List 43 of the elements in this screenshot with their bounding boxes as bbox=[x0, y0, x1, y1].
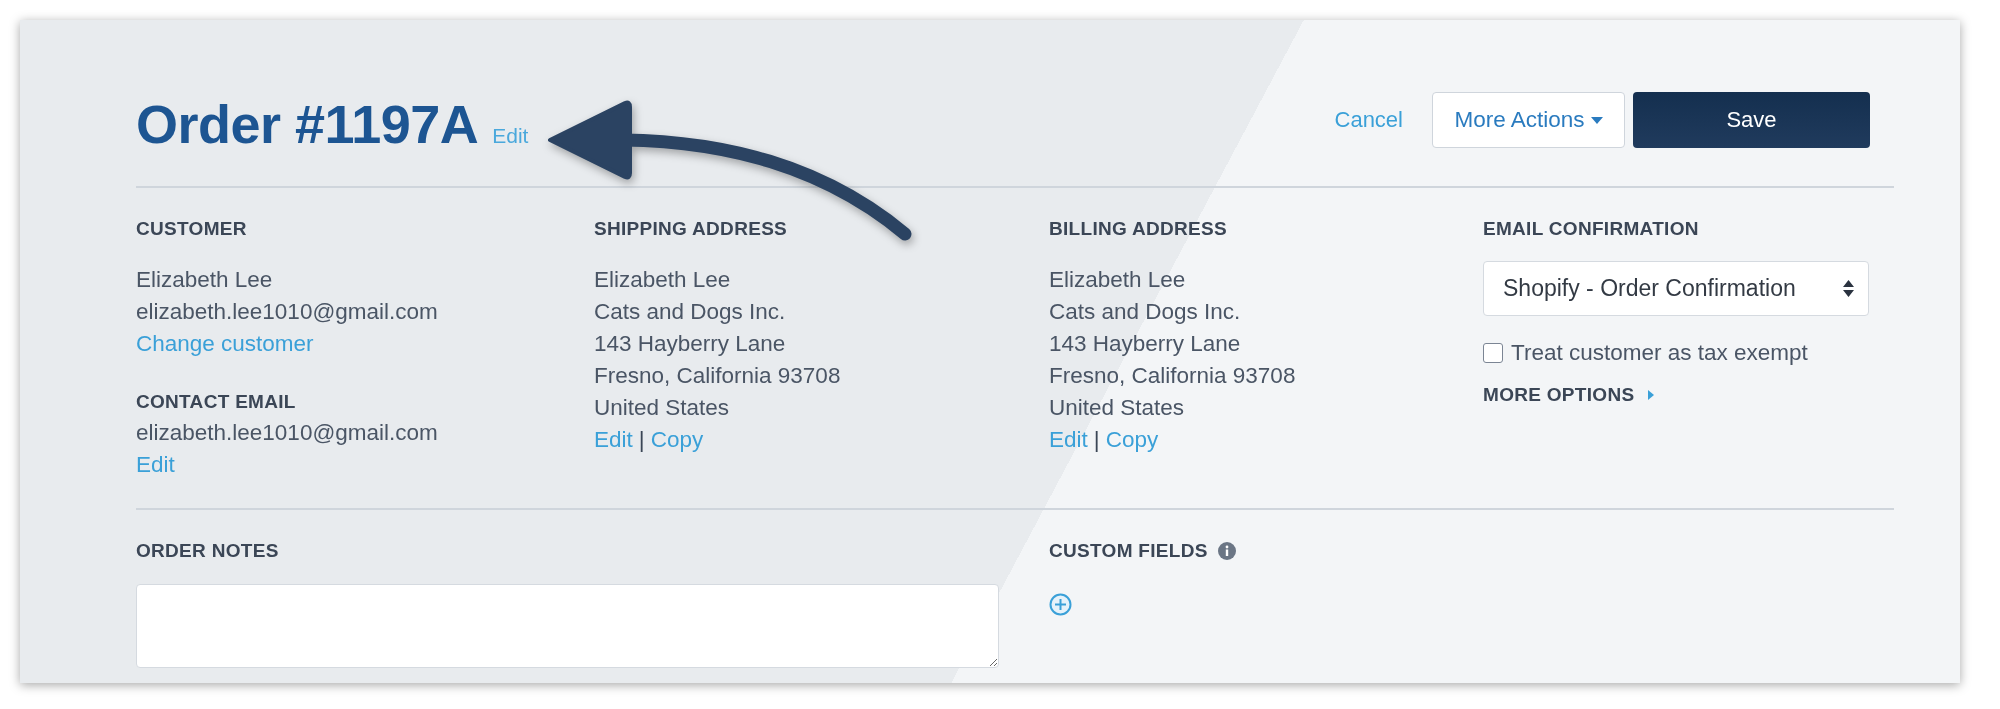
caret-icon bbox=[1648, 390, 1655, 400]
info-text: Elizabeth Lee bbox=[594, 266, 732, 294]
info-text: Elizabeth Lee bbox=[1049, 266, 1187, 294]
link-separator: | bbox=[638, 426, 645, 454]
section-heading: CUSTOMER bbox=[136, 218, 248, 240]
edit-link[interactable]: Edit bbox=[492, 124, 529, 148]
cancel-link[interactable]: Cancel bbox=[1334, 107, 1403, 133]
order-title: Order #1197A bbox=[136, 96, 479, 152]
email-template-select[interactable]: Shopify - Order Confirmation bbox=[1483, 261, 1869, 316]
checkbox[interactable] bbox=[1483, 343, 1503, 363]
select-arrows-icon bbox=[1843, 280, 1854, 297]
info-icon[interactable] bbox=[1217, 542, 1236, 560]
info-text: 143 Hayberry Lane bbox=[594, 330, 787, 358]
text-link[interactable]: Edit bbox=[594, 424, 633, 456]
info-text: Fresno, California 93708 bbox=[594, 362, 842, 390]
section-heading: EMAIL CONFIRMATION bbox=[1483, 218, 1700, 240]
save-button[interactable]: Save bbox=[1633, 92, 1870, 148]
more-options-link[interactable]: MORE OPTIONS bbox=[1483, 384, 1655, 406]
section-heading: CONTACT EMAIL bbox=[136, 391, 297, 413]
text-link[interactable]: Copy bbox=[1105, 424, 1159, 456]
section-heading: CUSTOM FIELDS bbox=[1049, 540, 1208, 562]
info-text: elizabeth.lee1010@gmail.com bbox=[136, 419, 439, 447]
text-link[interactable]: Edit bbox=[136, 449, 175, 481]
info-text: Cats and Dogs Inc. bbox=[594, 298, 787, 326]
info-text: elizabeth.lee1010@gmail.com bbox=[136, 298, 439, 326]
info-text: Elizabeth Lee bbox=[136, 266, 274, 294]
caret-icon bbox=[1590, 116, 1603, 124]
link-separator: | bbox=[1093, 426, 1100, 454]
text-link[interactable]: Copy bbox=[650, 424, 704, 456]
section-heading: BILLING ADDRESS bbox=[1049, 218, 1228, 240]
order-notes-field[interactable] bbox=[136, 584, 999, 668]
add-circle-icon[interactable] bbox=[1049, 593, 1072, 616]
info-text: United States bbox=[594, 394, 731, 422]
section-heading: ORDER NOTES bbox=[136, 540, 280, 562]
info-text: United States bbox=[1049, 394, 1186, 422]
text-link[interactable]: Change customer bbox=[136, 328, 314, 360]
checkbox-label: Treat customer as tax exempt bbox=[1511, 340, 1808, 366]
section-heading: SHIPPING ADDRESS bbox=[594, 218, 789, 240]
text-link[interactable]: Edit bbox=[1049, 424, 1088, 456]
info-text: Cats and Dogs Inc. bbox=[1049, 298, 1242, 326]
info-text: Fresno, California 93708 bbox=[1049, 362, 1297, 390]
info-text: 143 Hayberry Lane bbox=[1049, 330, 1242, 358]
more-actions-button[interactable]: More Actions bbox=[1432, 92, 1625, 148]
